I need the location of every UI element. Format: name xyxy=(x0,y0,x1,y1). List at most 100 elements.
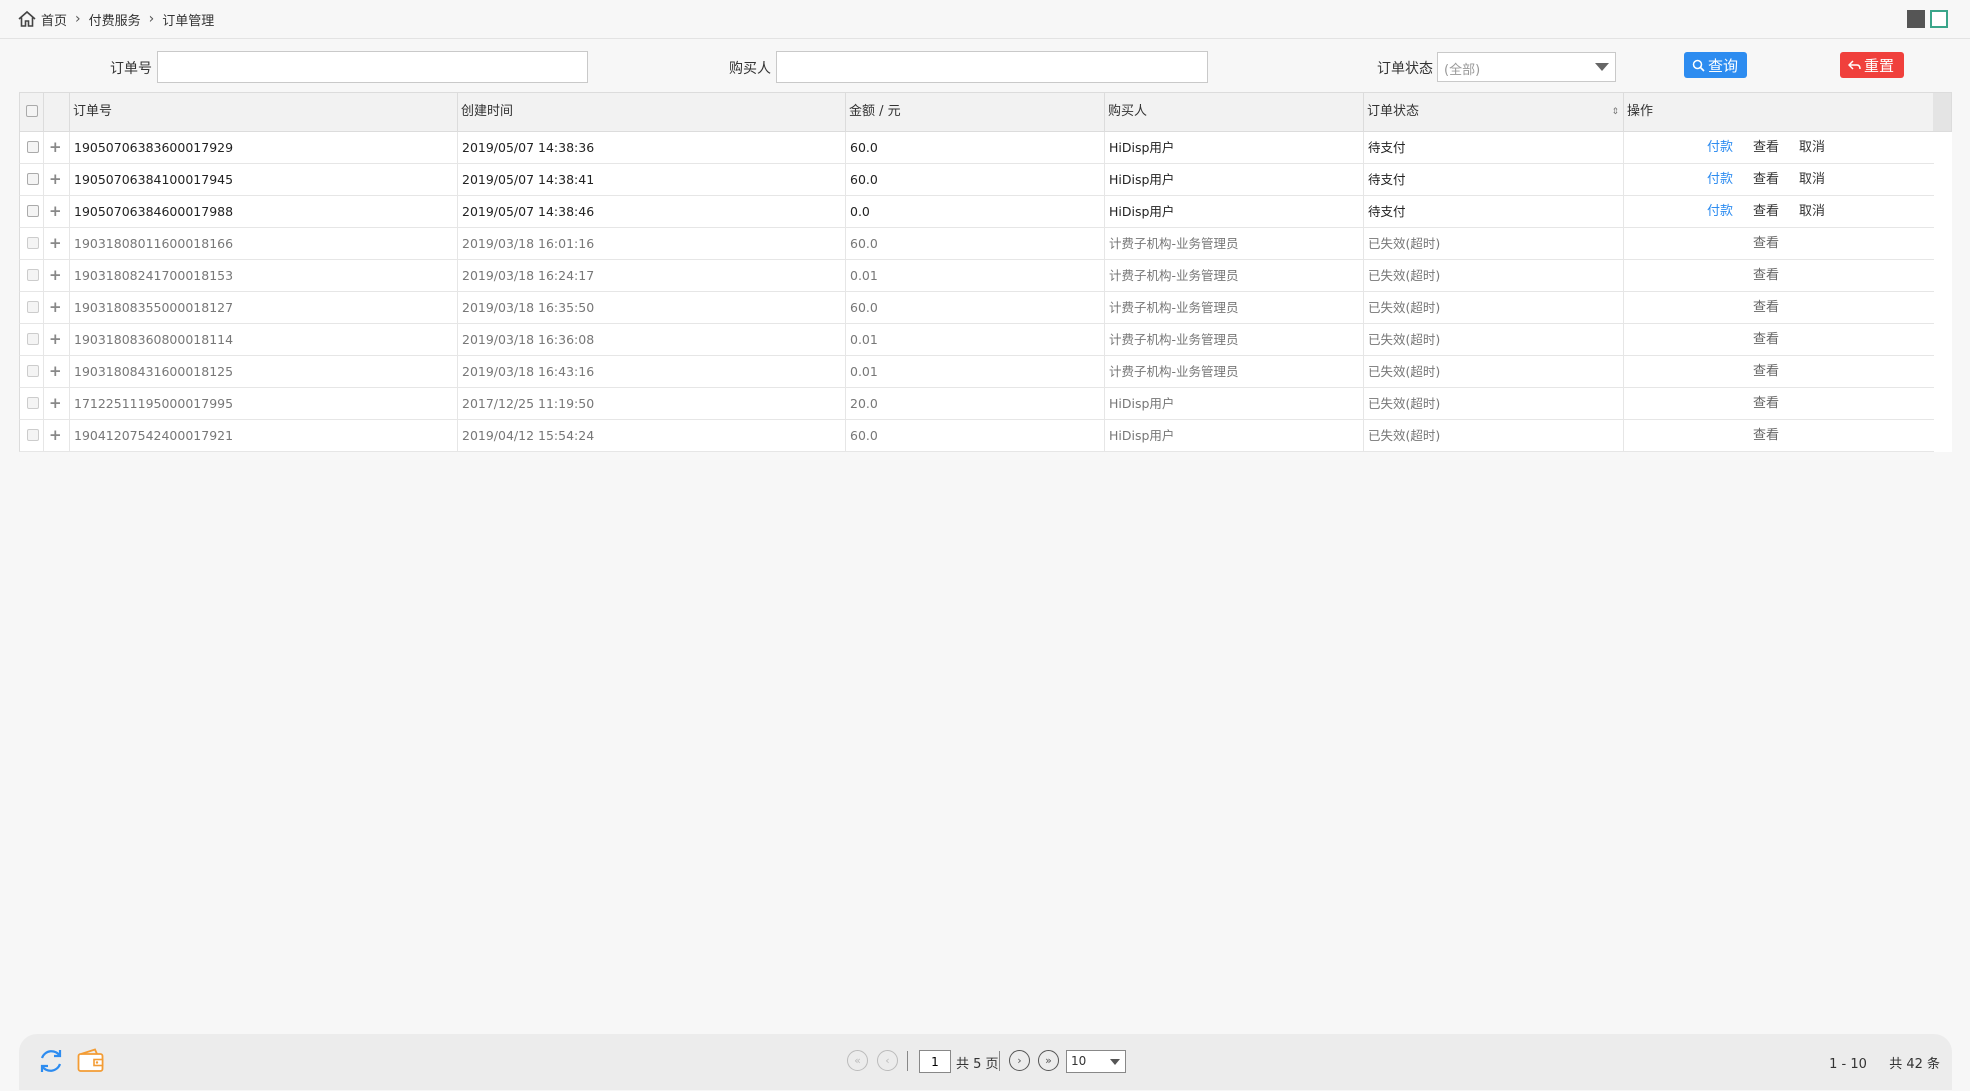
cell-order-no: 19031808241700018153 xyxy=(70,260,458,291)
row-expand-cell: + xyxy=(44,228,70,259)
orders-table: 订单号 创建时间 金额 / 元 购买人 订单状态 ⇕ 操作 +190507063… xyxy=(19,92,1952,452)
query-button[interactable]: 查询 xyxy=(1684,52,1747,78)
plus-icon[interactable]: + xyxy=(49,170,62,188)
row-expand-cell: + xyxy=(44,196,70,227)
breadcrumb-home[interactable]: 首页 xyxy=(41,10,67,29)
cell-amount: 60.0 xyxy=(846,292,1105,323)
wallet-icon[interactable] xyxy=(77,1048,104,1073)
cell-created-time: 2019/05/07 14:38:41 xyxy=(458,164,846,195)
range-info: 1 - 10 共 42 条 xyxy=(1829,1053,1940,1072)
pay-link[interactable]: 付款 xyxy=(1707,196,1733,227)
row-checkbox[interactable] xyxy=(27,333,39,345)
query-button-label: 查询 xyxy=(1708,56,1739,75)
select-all-checkbox[interactable] xyxy=(26,105,38,117)
header-order-status[interactable]: 订单状态 ⇕ xyxy=(1364,93,1624,131)
view-link[interactable]: 查看 xyxy=(1753,260,1779,291)
table-row[interactable]: +19031808011600018166 2019/03/18 16:01:16… xyxy=(19,228,1934,260)
cancel-link[interactable]: 取消 xyxy=(1799,196,1825,227)
row-expand-cell: + xyxy=(44,132,70,163)
view-link[interactable]: 查看 xyxy=(1753,388,1779,419)
header-created-time[interactable]: 创建时间 xyxy=(458,93,846,131)
row-checkbox[interactable] xyxy=(27,429,39,441)
order-status-select[interactable]: (全部) xyxy=(1437,52,1616,82)
table-row[interactable]: +19031808241700018153 2019/03/18 16:24:17… xyxy=(19,260,1934,292)
cell-created-time: 2019/03/18 16:01:16 xyxy=(458,228,846,259)
header-order-status-label: 订单状态 xyxy=(1367,104,1420,119)
cell-buyer: HiDisp用户 xyxy=(1105,164,1364,195)
row-checkbox[interactable] xyxy=(27,365,39,377)
prev-page-button[interactable]: ‹ xyxy=(877,1050,898,1071)
cancel-link[interactable]: 取消 xyxy=(1799,164,1825,195)
table-row[interactable]: +19031808355000018127 2019/03/18 16:35:50… xyxy=(19,292,1934,324)
plus-icon[interactable]: + xyxy=(49,362,62,380)
cell-actions: 付款 查看 取消 xyxy=(1624,164,1935,195)
page-size-select[interactable]: 10 xyxy=(1066,1050,1126,1073)
layout-compact-icon[interactable] xyxy=(1907,10,1925,28)
total-pages-text: 共 5 页 xyxy=(956,1057,999,1072)
plus-icon[interactable]: + xyxy=(49,202,62,220)
view-link[interactable]: 查看 xyxy=(1753,164,1779,195)
row-checkbox[interactable] xyxy=(27,269,39,281)
row-checkbox[interactable] xyxy=(27,205,39,217)
header-order-no[interactable]: 订单号 xyxy=(70,93,458,131)
sort-icon[interactable]: ⇕ xyxy=(1611,93,1619,131)
view-link[interactable]: 查看 xyxy=(1753,324,1779,355)
table-row[interactable]: +19031808360800018114 2019/03/18 16:36:08… xyxy=(19,324,1934,356)
row-checkbox[interactable] xyxy=(27,301,39,313)
cell-buyer: 计费子机构-业务管理员 xyxy=(1105,228,1364,259)
view-link[interactable]: 查看 xyxy=(1753,228,1779,259)
cell-amount: 0.01 xyxy=(846,356,1105,387)
plus-icon[interactable]: + xyxy=(49,426,62,444)
row-checkbox[interactable] xyxy=(27,397,39,409)
header-amount[interactable]: 金额 / 元 xyxy=(846,93,1105,131)
plus-icon[interactable]: + xyxy=(49,298,62,316)
pay-link[interactable]: 付款 xyxy=(1707,164,1733,195)
cell-buyer: 计费子机构-业务管理员 xyxy=(1105,356,1364,387)
view-link[interactable]: 查看 xyxy=(1753,196,1779,227)
row-expand-cell: + xyxy=(44,164,70,195)
reset-button-label: 重置 xyxy=(1864,56,1895,75)
table-row[interactable]: +19031808431600018125 2019/03/18 16:43:16… xyxy=(19,356,1934,388)
table-row[interactable]: +17122511195000017995 2017/12/25 11:19:50… xyxy=(19,388,1934,420)
table-row[interactable]: +19050706384600017988 2019/05/07 14:38:46… xyxy=(19,196,1934,228)
table-row[interactable]: +19050706384100017945 2019/05/07 14:38:41… xyxy=(19,164,1934,196)
cancel-link[interactable]: 取消 xyxy=(1799,132,1825,163)
view-link[interactable]: 查看 xyxy=(1753,292,1779,323)
last-page-button[interactable]: » xyxy=(1038,1050,1059,1071)
refresh-icon[interactable] xyxy=(36,1046,66,1076)
cell-created-time: 2019/04/12 15:54:24 xyxy=(458,420,846,451)
table-row[interactable]: +19050706383600017929 2019/05/07 14:38:36… xyxy=(19,132,1934,164)
cell-amount: 60.0 xyxy=(846,420,1105,451)
cell-order-status: 已失效(超时) xyxy=(1364,420,1624,451)
cell-order-status: 待支付 xyxy=(1364,164,1624,195)
cell-order-status: 已失效(超时) xyxy=(1364,324,1624,355)
scrollbar-stub[interactable] xyxy=(1933,93,1951,131)
current-page-input[interactable] xyxy=(919,1050,951,1073)
breadcrumb-paid-service[interactable]: 付费服务 xyxy=(89,10,141,29)
header-buyer[interactable]: 购买人 xyxy=(1105,93,1364,131)
plus-icon[interactable]: + xyxy=(49,138,62,156)
reset-button[interactable]: 重置 xyxy=(1840,52,1904,78)
view-link[interactable]: 查看 xyxy=(1753,356,1779,387)
cell-actions: 查看 xyxy=(1624,388,1935,419)
layout-expand-icon[interactable] xyxy=(1930,10,1948,28)
first-page-button[interactable]: « xyxy=(847,1050,868,1071)
order-status-label: 订单状态 xyxy=(1377,61,1433,77)
pager-divider xyxy=(907,1051,908,1071)
row-checkbox[interactable] xyxy=(27,173,39,185)
buyer-input[interactable] xyxy=(776,51,1208,83)
view-link[interactable]: 查看 xyxy=(1753,420,1779,451)
home-icon[interactable] xyxy=(17,10,37,28)
order-no-input[interactable] xyxy=(157,51,588,83)
next-page-button[interactable]: › xyxy=(1009,1050,1030,1071)
plus-icon[interactable]: + xyxy=(49,234,62,252)
plus-icon[interactable]: + xyxy=(49,330,62,348)
chevron-right-icon: › xyxy=(75,11,81,27)
table-row[interactable]: +19041207542400017921 2019/04/12 15:54:24… xyxy=(19,420,1934,452)
pay-link[interactable]: 付款 xyxy=(1707,132,1733,163)
plus-icon[interactable]: + xyxy=(49,394,62,412)
plus-icon[interactable]: + xyxy=(49,266,62,284)
row-checkbox[interactable] xyxy=(27,237,39,249)
row-checkbox[interactable] xyxy=(27,141,39,153)
view-link[interactable]: 查看 xyxy=(1753,132,1779,163)
